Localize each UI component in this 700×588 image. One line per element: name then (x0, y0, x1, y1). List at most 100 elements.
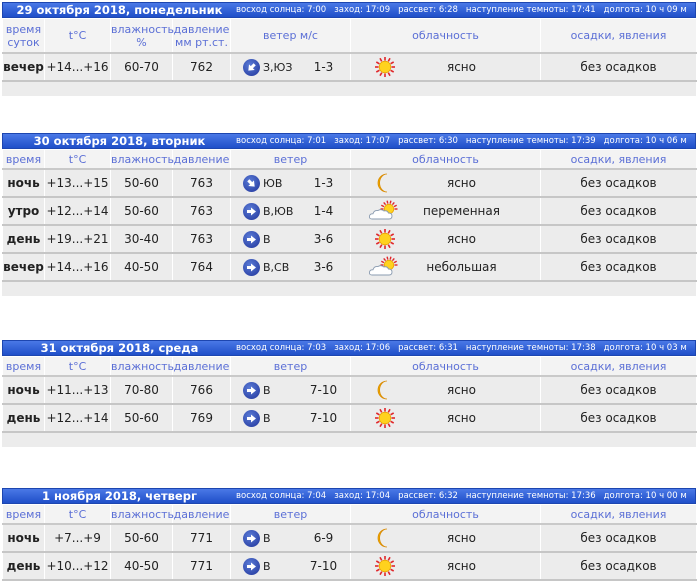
temperature: +19...+21 (44, 224, 111, 254)
column-header-humidity: влажность (110, 149, 174, 170)
wind-arrow-icon (243, 174, 260, 192)
column-header-humidity: влажность (110, 356, 174, 377)
time-of-day: ночь (2, 168, 45, 198)
precipitation: без осадков (540, 403, 697, 433)
wind-direction: В (263, 383, 271, 397)
wind-speed: 7-10 (309, 411, 338, 425)
cloudiness-cell: ясно (350, 551, 541, 581)
header-row: время t°C влажность давление ветер облачность… (2, 356, 697, 377)
sun-info-item: долгота: 10 ч 03 м (603, 343, 687, 353)
column-header-time: время суток (2, 18, 45, 54)
column-header-pressure: давление (172, 356, 231, 377)
wind-cell: В 6-9 (230, 523, 351, 553)
time-of-day: вечер (2, 252, 45, 282)
cloudiness: ясно (351, 54, 540, 80)
sun-info-item: восход солнца: 7:01 (236, 136, 327, 146)
column-header-temp: t°C (44, 504, 111, 525)
column-header-wind: ветер м/с (230, 18, 351, 54)
wind-direction: З,ЮЗ (263, 60, 293, 74)
sun-info-item: рассвет: 6:32 (398, 491, 458, 501)
column-header-wind: ветер (230, 149, 351, 170)
pressure: 763 (172, 224, 231, 254)
wind-direction: В,ЮВ (263, 204, 294, 218)
humidity: 30-40 (110, 224, 173, 254)
cloudiness-cell: ясно (350, 375, 541, 405)
sun-icon (367, 56, 403, 78)
column-header-clouds: облачность (350, 356, 541, 377)
temperature: +14...+16 (44, 52, 111, 82)
forecast-row: день +10...+12 40-50 771 В 7-10 ясно без осадко… (2, 551, 697, 581)
cloudiness: ясно (351, 525, 540, 551)
wind-cell: В 7-10 (230, 403, 351, 433)
day-block: 29 октября 2018, понедельник восход солнц… (2, 2, 697, 96)
cloudiness: ясно (351, 405, 540, 431)
cloudiness: небольшая (351, 254, 540, 280)
time-of-day: утро (2, 196, 45, 226)
sun-info-item: наступление темноты: 17:39 (465, 136, 596, 146)
partly-cloudy-icon (367, 256, 403, 278)
header-row: время t°C влажность давление ветер облачность… (2, 504, 697, 525)
sun-info: восход солнца: 7:03 заход: 17:06 рассвет: … (236, 343, 695, 353)
pressure: 764 (172, 252, 231, 282)
forecast-row: день +19...+21 30-40 763 В 3-6 ясно без осадков (2, 224, 697, 254)
sun-info: восход солнца: 7:01 заход: 17:07 рассвет: … (236, 136, 695, 146)
temperature: +14...+16 (44, 252, 111, 282)
day-header: 1 ноября 2018, четверг восход солнца: 7:0… (2, 488, 696, 504)
cloudiness-text: ясно (446, 60, 476, 74)
temperature: +10...+12 (44, 551, 111, 581)
cloudiness-text: ясно (446, 232, 476, 246)
day-title: 1 ноября 2018, четверг (42, 489, 197, 503)
wind-direction: ЮВ (263, 176, 283, 190)
sun-info-item: наступление темноты: 17:41 (465, 5, 596, 15)
day-header: 31 октября 2018, среда восход солнца: 7:0… (2, 340, 696, 356)
cloudiness-cell: ясно (350, 523, 541, 553)
humidity: 40-50 (110, 551, 173, 581)
time-of-day: вечер (2, 52, 45, 82)
column-header-precip: осадки, явления (540, 504, 697, 525)
temperature: +12...+14 (44, 403, 111, 433)
wind-cell: В 3-6 (230, 224, 351, 254)
day-title: 30 октября 2018, вторник (33, 134, 206, 148)
cloudiness-cell: ясно (350, 52, 541, 82)
humidity: 50-60 (110, 403, 173, 433)
wind: З,ЮЗ 1-3 (231, 54, 350, 80)
sun-info-item: рассвет: 6:28 (398, 5, 458, 15)
column-header-clouds: облачность (350, 504, 541, 525)
day-header: 30 октября 2018, вторник восход солнца: 7… (2, 133, 696, 149)
forecast-row: день +12...+14 50-60 769 В 7-10 ясно без осадко… (2, 403, 697, 433)
cloudiness-cell: ясно (350, 168, 541, 198)
column-header-humidity: влажность (110, 504, 174, 525)
cloudiness-text: ясно (446, 383, 476, 397)
header-row: время t°C влажность давление ветер облачность… (2, 149, 697, 170)
wind-arrow-icon (243, 58, 260, 76)
humidity: 50-60 (110, 196, 173, 226)
sun-icon (367, 228, 403, 250)
column-header-time: время (2, 504, 45, 525)
wind-direction: В (263, 232, 271, 246)
precipitation: без осадков (540, 551, 697, 581)
wind-speed: 3-6 (313, 232, 334, 246)
day-title: 29 октября 2018, понедельник (16, 3, 223, 17)
wind-speed: 1-3 (313, 60, 334, 74)
cloudiness-text: ясно (446, 176, 476, 190)
wind-arrow-icon (243, 557, 260, 575)
header-row: время суток t°C влажность % давление мм рт.… (2, 18, 697, 54)
column-header-temp: t°C (44, 149, 111, 170)
cloudiness-text: ясно (446, 531, 476, 545)
wind-direction: В (263, 559, 271, 573)
column-header-clouds: облачность (350, 18, 541, 54)
sun-info: восход солнца: 7:00 заход: 17:09 рассвет: … (236, 5, 695, 15)
pressure: 771 (172, 551, 231, 581)
sun-info-item: долгота: 10 ч 06 м (603, 136, 687, 146)
humidity: 60-70 (110, 52, 173, 82)
precipitation: без осадков (540, 196, 697, 226)
wind-cell: В,ЮВ 1-4 (230, 196, 351, 226)
wind-cell: В 7-10 (230, 375, 351, 405)
precipitation: без осадков (540, 224, 697, 254)
wind-arrow-icon (243, 230, 260, 248)
precipitation: без осадков (540, 375, 697, 405)
wind: В 7-10 (231, 405, 350, 431)
precipitation: без осадков (540, 523, 697, 553)
column-header-time: время (2, 149, 45, 170)
cloudiness: ясно (351, 226, 540, 252)
